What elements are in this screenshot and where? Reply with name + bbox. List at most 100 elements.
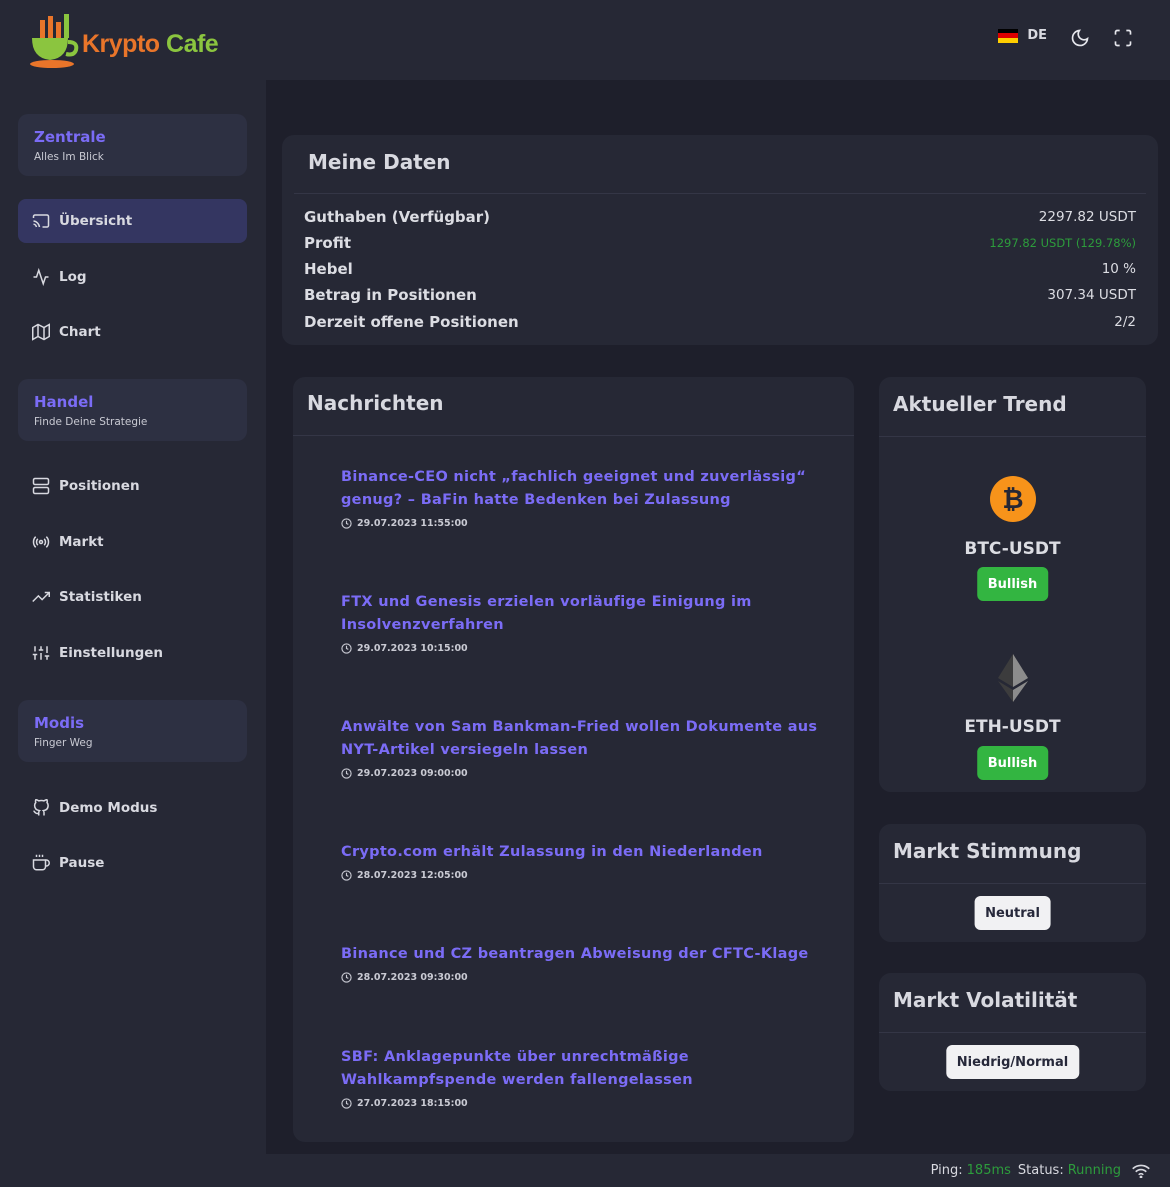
- moon-icon[interactable]: [1070, 28, 1090, 48]
- news-item: Anwälte von Sam Bankman-Fried wollen Dok…: [341, 716, 821, 779]
- divider: [879, 436, 1146, 437]
- sidebar-item-positionen[interactable]: Positionen: [18, 464, 247, 508]
- trend-status-badge: Bullish: [976, 567, 1049, 601]
- sidebar-item-pause[interactable]: Pause: [18, 841, 247, 885]
- volatility-badge: Niedrig/Normal: [945, 1045, 1080, 1079]
- sidebar-item-uebersicht[interactable]: Übersicht: [18, 199, 247, 243]
- card-title: Aktueller Trend: [893, 392, 1067, 416]
- divider: [879, 883, 1146, 884]
- trending-up-icon: [32, 591, 50, 603]
- clock-icon: [341, 1098, 352, 1109]
- volatility-card: Markt Volatilität Niedrig/Normal: [879, 973, 1146, 1091]
- sidebar-item-label: Markt: [59, 534, 104, 550]
- data-row-hebel: Hebel 10 %: [304, 257, 1136, 281]
- sidebar-item-demo-modus[interactable]: Demo Modus: [18, 786, 247, 830]
- news-link[interactable]: Binance-CEO nicht „fachlich geeignet und…: [341, 466, 821, 512]
- section-subtitle: Finde Deine Strategie: [34, 416, 148, 428]
- trend-card: Aktueller Trend ₿ BTC-USDT Bullish ETH-U…: [879, 377, 1146, 792]
- news-link[interactable]: Binance und CZ beantragen Abweisung der …: [341, 943, 821, 966]
- clock-icon: [341, 768, 352, 779]
- news-link[interactable]: SBF: Anklagepunkte über unrechtmäßige Wa…: [341, 1046, 821, 1092]
- data-row-betrag: Betrag in Positionen 307.34 USDT: [304, 283, 1136, 307]
- divider: [294, 193, 1146, 194]
- section-title: Zentrale: [34, 128, 106, 146]
- row-value: 307.34 USDT: [1047, 287, 1136, 303]
- svg-text:₿: ₿: [1002, 485, 1023, 515]
- section-title: Handel: [34, 393, 94, 411]
- news-link[interactable]: FTX und Genesis erzielen vorläufige Eini…: [341, 591, 821, 637]
- card-title: Markt Stimmung: [893, 839, 1082, 863]
- wifi-icon: [1132, 1164, 1150, 1178]
- news-link[interactable]: Anwälte von Sam Bankman-Fried wollen Dok…: [341, 716, 821, 762]
- row-label: Profit: [304, 234, 351, 252]
- news-date: 29.07.2023 11:55:00: [341, 518, 821, 529]
- sidebar-item-label: Chart: [59, 324, 101, 340]
- germany-flag-icon: [998, 28, 1019, 43]
- sidebar-item-chart[interactable]: Chart: [18, 310, 247, 354]
- activity-icon: [33, 268, 49, 286]
- clock-icon: [341, 518, 352, 529]
- row-label: Hebel: [304, 260, 353, 278]
- row-label: Guthaben (Verfügbar): [304, 208, 491, 226]
- card-title: Meine Daten: [308, 150, 451, 174]
- sidebar-item-label: Übersicht: [59, 213, 133, 229]
- app-logo-text: Krypto Cafe: [82, 30, 219, 58]
- news-date-text: 28.07.2023 09:30:00: [357, 972, 468, 983]
- news-item: Binance-CEO nicht „fachlich geeignet und…: [341, 466, 821, 529]
- coin-pair-eth: ETH-USDT: [964, 717, 1061, 737]
- row-value: 2297.82 USDT: [1038, 209, 1136, 225]
- ping-label: Ping:: [930, 1163, 963, 1178]
- sidebar-item-label: Statistiken: [59, 589, 142, 605]
- language-selector[interactable]: DE: [998, 28, 1047, 43]
- news-item: SBF: Anklagepunkte über unrechtmäßige Wa…: [341, 1046, 821, 1109]
- sentiment-badge: Neutral: [974, 896, 1051, 930]
- divider: [879, 1032, 1146, 1033]
- coin-pair-btc: BTC-USDT: [964, 539, 1061, 559]
- clock-icon: [341, 972, 352, 983]
- divider: [293, 435, 854, 436]
- server-icon: [32, 477, 50, 495]
- row-value: 2/2: [1114, 314, 1136, 330]
- fullscreen-icon[interactable]: [1113, 28, 1133, 48]
- coffee-chart-logo-icon: [30, 14, 79, 68]
- sidebar-item-einstellungen[interactable]: Einstellungen: [18, 631, 247, 675]
- coffee-icon: [32, 854, 50, 871]
- news-date: 28.07.2023 12:05:00: [341, 870, 821, 881]
- data-row-guthaben: Guthaben (Verfügbar) 2297.82 USDT: [304, 205, 1136, 229]
- sidebar-item-label: Positionen: [59, 478, 140, 494]
- ping-value: 185ms: [966, 1163, 1011, 1178]
- section-subtitle: Alles Im Blick: [34, 151, 104, 163]
- map-icon: [32, 323, 50, 341]
- news-item: Crypto.com erhält Zulassung in den Niede…: [341, 841, 821, 881]
- card-title: Nachrichten: [307, 391, 444, 415]
- sidebar-item-label: Pause: [59, 855, 105, 871]
- language-label: DE: [1027, 28, 1047, 43]
- news-link[interactable]: Crypto.com erhält Zulassung in den Niede…: [341, 841, 821, 864]
- news-date: 28.07.2023 09:30:00: [341, 972, 821, 983]
- news-date-text: 29.07.2023 11:55:00: [357, 518, 468, 529]
- clock-icon: [341, 643, 352, 654]
- row-value: 1297.82 USDT (129.78%): [989, 236, 1136, 250]
- news-card: Nachrichten Binance-CEO nicht „fachlich …: [293, 377, 854, 1142]
- row-label: Derzeit offene Positionen: [304, 313, 519, 331]
- row-label: Betrag in Positionen: [304, 286, 477, 304]
- news-item: FTX und Genesis erzielen vorläufige Eini…: [341, 591, 821, 654]
- sidebar-item-markt[interactable]: Markt: [18, 520, 247, 564]
- sidebar-item-log[interactable]: Log: [18, 255, 247, 299]
- status-value: Running: [1067, 1163, 1121, 1178]
- trend-status-badge: Bullish: [976, 746, 1049, 780]
- section-zentrale: Zentrale Alles Im Blick: [18, 114, 247, 176]
- section-subtitle: Finger Weg: [34, 737, 93, 749]
- top-header: DE: [266, 0, 1170, 80]
- app-logo[interactable]: Krypto Cafe: [26, 14, 226, 74]
- stimmung-card: Markt Stimmung Neutral: [879, 824, 1146, 942]
- bitcoin-icon: ₿: [990, 476, 1036, 522]
- data-row-offene-positionen: Derzeit offene Positionen 2/2: [304, 310, 1136, 334]
- section-handel: Handel Finde Deine Strategie: [18, 379, 247, 441]
- sidebar-item-statistiken[interactable]: Statistiken: [18, 575, 247, 619]
- row-value: 10 %: [1101, 261, 1136, 277]
- news-date-text: 27.07.2023 18:15:00: [357, 1098, 468, 1109]
- meine-daten-card: Meine Daten Guthaben (Verfügbar) 2297.82…: [282, 135, 1158, 345]
- clock-icon: [341, 870, 352, 881]
- github-icon: [33, 799, 49, 816]
